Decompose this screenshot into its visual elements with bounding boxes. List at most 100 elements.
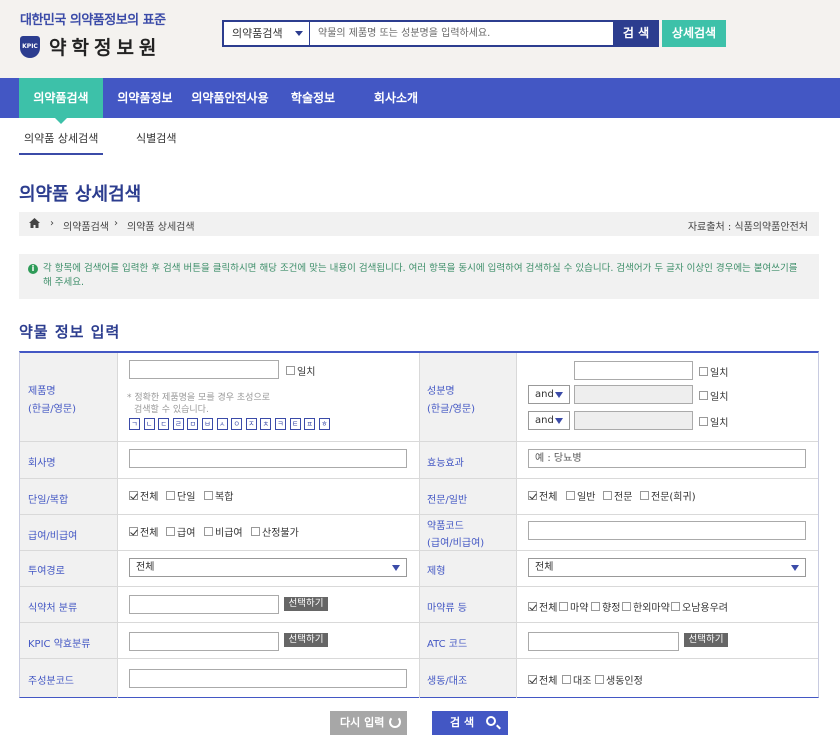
initial-button[interactable]: ㄹ bbox=[172, 418, 184, 430]
label-company: 회사명 bbox=[20, 442, 117, 478]
gnb-item-drug-search[interactable]: 의약품검색 bbox=[19, 78, 103, 118]
narcotic-all-checkbox[interactable]: 전체 bbox=[528, 599, 557, 614]
checkbox-box[interactable] bbox=[166, 527, 175, 536]
gnb-item-academic[interactable]: 학술정보 bbox=[282, 78, 344, 118]
initial-button[interactable]: ㅁ bbox=[187, 418, 199, 430]
and-select-2[interactable]: and bbox=[528, 411, 570, 430]
breadcrumb-item[interactable]: 의약품 상세검색 bbox=[127, 218, 195, 233]
dosage-form-select[interactable]: 전체 bbox=[528, 558, 806, 577]
checkbox-box[interactable] bbox=[603, 491, 612, 500]
single-single-checkbox[interactable]: 단일 bbox=[166, 488, 195, 503]
initial-button[interactable]: ㅂ bbox=[202, 418, 213, 430]
checkbox-box[interactable] bbox=[566, 491, 575, 500]
initial-button[interactable]: ㅌ bbox=[289, 418, 301, 430]
checkbox-box[interactable] bbox=[251, 527, 260, 536]
single-combo-checkbox[interactable]: 복합 bbox=[204, 488, 233, 503]
gnb-item-drug-safety[interactable]: 의약품안전사용 bbox=[186, 78, 274, 118]
checkbox-box[interactable] bbox=[528, 602, 537, 611]
checkbox-box[interactable] bbox=[699, 367, 708, 376]
insurance-all-checkbox[interactable]: 전체 bbox=[129, 524, 158, 539]
checkbox-box[interactable] bbox=[204, 527, 213, 536]
checkbox-box[interactable] bbox=[699, 417, 708, 426]
checkbox-box[interactable] bbox=[640, 491, 649, 500]
mfds-select-button[interactable]: 선택하기 bbox=[284, 597, 328, 611]
checkbox-box[interactable] bbox=[528, 675, 537, 684]
ingredient-exact-checkbox-2[interactable]: 일치 bbox=[699, 388, 728, 403]
efficacy-input[interactable]: 예 : 당뇨병 bbox=[528, 449, 806, 468]
single-all-checkbox[interactable]: 전체 bbox=[129, 488, 158, 503]
initial-button[interactable]: ㅎ bbox=[318, 418, 330, 430]
ingredient-input-1[interactable] bbox=[574, 361, 693, 380]
narcotic-narcotic-checkbox[interactable]: 마약 bbox=[559, 599, 588, 614]
atc-select-button[interactable]: 선택하기 bbox=[684, 633, 728, 647]
kpic-class-input[interactable] bbox=[129, 632, 279, 651]
gnb-item-company[interactable]: 회사소개 bbox=[363, 78, 429, 118]
label-drug-code: 약품코드 (급여/비급여) bbox=[419, 515, 516, 550]
narcotic-exempt-checkbox[interactable]: 한외마약 bbox=[622, 599, 670, 614]
prof-professional-checkbox[interactable]: 전문 bbox=[603, 488, 632, 503]
form-section-title: 약물 정보 입력 bbox=[19, 323, 121, 341]
breadcrumb-item[interactable]: 의약품검색 bbox=[63, 218, 109, 233]
ingredient-exact-checkbox-3[interactable]: 일치 bbox=[699, 414, 728, 429]
atc-code-input[interactable] bbox=[528, 632, 679, 651]
narcotic-misuse-checkbox[interactable]: 오남용우려 bbox=[671, 599, 728, 614]
checkbox-box[interactable] bbox=[129, 527, 138, 536]
col-divider bbox=[117, 353, 118, 698]
checkbox-box[interactable] bbox=[528, 491, 537, 500]
initial-button[interactable]: ㅅ bbox=[216, 418, 228, 430]
prof-rare-checkbox[interactable]: 전문(희귀) bbox=[640, 488, 696, 503]
initial-button[interactable]: ㅈ bbox=[245, 418, 257, 430]
checkbox-box[interactable] bbox=[595, 675, 604, 684]
initial-button[interactable]: ㄴ bbox=[143, 418, 155, 430]
ingredient-code-input[interactable] bbox=[129, 669, 407, 688]
checkbox-box[interactable] bbox=[699, 391, 708, 400]
initial-button[interactable]: ㅇ bbox=[231, 418, 243, 430]
ingredient-exact-checkbox-1[interactable]: 일치 bbox=[699, 364, 728, 379]
search-category-select[interactable]: 의약품검색 bbox=[224, 22, 310, 45]
bio-approved-checkbox[interactable]: 생동인정 bbox=[595, 672, 643, 687]
prof-general-checkbox[interactable]: 일반 bbox=[566, 488, 595, 503]
and-select-1[interactable]: and bbox=[528, 385, 570, 404]
drug-code-input[interactable] bbox=[528, 521, 806, 540]
initial-button[interactable]: ㅋ bbox=[275, 418, 286, 430]
home-icon[interactable] bbox=[29, 218, 40, 228]
gnb-item-drug-info[interactable]: 의약품정보 bbox=[110, 78, 180, 118]
checkbox-box[interactable] bbox=[591, 602, 600, 611]
checkbox-box[interactable] bbox=[622, 602, 631, 611]
route-select[interactable]: 전체 bbox=[129, 558, 407, 577]
initial-button[interactable]: ㅊ bbox=[260, 418, 272, 430]
global-search-button[interactable]: 검 색 bbox=[613, 20, 659, 47]
submit-search-button[interactable]: 검 색 bbox=[432, 711, 508, 735]
advanced-search-button[interactable]: 상세검색 bbox=[662, 20, 726, 47]
insurance-na-checkbox[interactable]: 산정불가 bbox=[251, 524, 299, 539]
checkbox-box[interactable] bbox=[204, 491, 213, 500]
initial-button[interactable]: ㄱ bbox=[129, 418, 140, 430]
product-exact-checkbox[interactable]: 일치 bbox=[286, 363, 315, 378]
bio-all-checkbox[interactable]: 전체 bbox=[528, 672, 557, 687]
prof-all-checkbox[interactable]: 전체 bbox=[528, 488, 557, 503]
ingredient-input-2[interactable] bbox=[574, 385, 693, 404]
insurance-covered-checkbox[interactable]: 급여 bbox=[166, 524, 195, 539]
insurance-uncovered-checkbox[interactable]: 비급여 bbox=[204, 524, 243, 539]
subnav-identify-search[interactable]: 식별검색 bbox=[136, 130, 176, 146]
site-logo[interactable]: KPIC 약학정보원 bbox=[20, 33, 161, 60]
checkbox-box[interactable] bbox=[559, 602, 568, 611]
bio-reference-checkbox[interactable]: 대조 bbox=[562, 672, 591, 687]
checkbox-box[interactable] bbox=[671, 602, 680, 611]
checkbox-box[interactable] bbox=[286, 366, 295, 375]
reset-button[interactable]: 다시 입력 bbox=[330, 711, 407, 735]
chevron-down-icon bbox=[392, 565, 400, 571]
checkbox-box[interactable] bbox=[562, 675, 571, 684]
checkbox-box[interactable] bbox=[129, 491, 138, 500]
subnav-advanced-search[interactable]: 의약품 상세검색 bbox=[24, 130, 98, 146]
company-input[interactable] bbox=[129, 449, 407, 468]
product-name-input[interactable] bbox=[129, 360, 279, 379]
initial-button[interactable]: ㅍ bbox=[304, 418, 316, 430]
global-search-input[interactable]: 약물의 제품명 또는 성분명을 입력하세요. bbox=[318, 22, 608, 45]
mfds-class-input[interactable] bbox=[129, 595, 279, 614]
checkbox-box[interactable] bbox=[166, 491, 175, 500]
ingredient-input-3[interactable] bbox=[574, 411, 693, 430]
initial-button[interactable]: ㄷ bbox=[158, 418, 170, 430]
narcotic-psychotropic-checkbox[interactable]: 향정 bbox=[591, 599, 620, 614]
kpic-select-button[interactable]: 선택하기 bbox=[284, 633, 328, 647]
